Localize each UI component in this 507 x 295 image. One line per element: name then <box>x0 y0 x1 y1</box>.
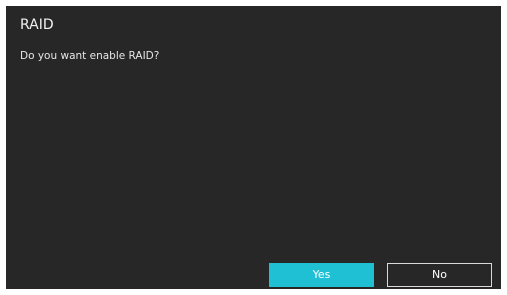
raid-dialog: RAID Do you want enable RAID? Yes No <box>6 6 501 289</box>
dialog-title: RAID <box>20 17 54 33</box>
no-button[interactable]: No <box>387 263 492 287</box>
dialog-message: Do you want enable RAID? <box>20 50 160 62</box>
yes-button[interactable]: Yes <box>269 263 374 287</box>
